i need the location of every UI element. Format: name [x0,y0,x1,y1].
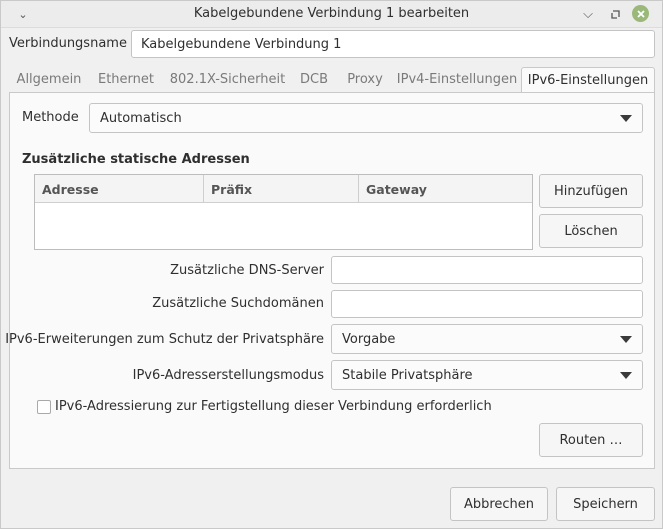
window-title: Kabelgebundene Verbindung 1 bearbeiten [193,6,470,21]
ipv6-settings-panel: Methode Automatisch Zusätzliche statisch… [5,92,655,469]
close-icon[interactable] [632,5,649,22]
tab-8021x-security[interactable]: 802.1X-Sicherheit [165,67,290,92]
search-domains-label: Zusätzliche Suchdomänen [152,296,324,311]
tab-allgemein[interactable]: Allgemein [9,67,89,92]
static-addresses-table[interactable]: Adresse Präfix Gateway [34,174,533,250]
static-addresses-heading: Zusätzliche statische Adressen [22,152,250,167]
privacy-extensions-combobox[interactable]: Vorgabe [331,324,643,354]
delete-address-button[interactable]: Löschen [539,214,643,248]
cancel-button[interactable]: Abbrechen [450,487,548,521]
column-header-prefix[interactable]: Präfix [204,175,359,203]
address-generation-mode-label: IPv6-Adresserstellungsmodus [132,368,324,383]
dropdown-arrow-icon [620,372,632,379]
method-combobox[interactable]: Automatisch [89,103,643,133]
tab-ethernet[interactable]: Ethernet [91,67,161,92]
connection-name-label: Verbindungsname [9,36,127,51]
search-domains-input[interactable] [331,290,643,318]
tab-dcb[interactable]: DCB [292,67,336,92]
connection-name-input[interactable] [131,30,655,58]
minimize-icon[interactable]: ⌵ [579,5,597,23]
column-header-gateway[interactable]: Gateway [359,175,532,203]
tab-ipv4-settings[interactable]: IPv4-Einstellungen [393,67,521,92]
routes-button[interactable]: Routen … [539,423,643,457]
dns-server-input[interactable] [331,256,643,284]
add-address-button[interactable]: Hinzufügen [539,174,643,208]
table-header: Adresse Präfix Gateway [35,175,532,203]
dns-server-label: Zusätzliche DNS-Server [170,263,324,278]
privacy-extensions-value: Vorgabe [342,331,396,347]
method-label: Methode [22,110,79,125]
method-value: Automatisch [100,110,182,126]
edit-connection-window: ⌄ Kabelgebundene Verbindung 1 bearbeiten… [0,0,663,529]
maximize-icon[interactable] [606,5,624,23]
save-button[interactable]: Speichern [556,487,655,521]
dropdown-arrow-icon [620,115,632,122]
privacy-extensions-label: IPv6-Erweiterungen zum Schutz der Privat… [5,332,324,347]
tab-proxy[interactable]: Proxy [339,67,391,92]
address-generation-mode-value: Stabile Privatsphäre [342,367,473,383]
ipv6-required-checkbox[interactable] [37,400,51,414]
tab-bar: Allgemein Ethernet 802.1X-Sicherheit DCB… [9,67,655,93]
ipv6-required-label[interactable]: IPv6-Adressierung zur Fertigstellung die… [55,399,492,414]
title-bar: ⌄ Kabelgebundene Verbindung 1 bearbeiten… [1,1,662,28]
dropdown-arrow-icon [620,336,632,343]
address-generation-mode-combobox[interactable]: Stabile Privatsphäre [331,360,643,390]
tab-ipv6-settings[interactable]: IPv6-Einstellungen [521,67,655,93]
column-header-address[interactable]: Adresse [35,175,204,203]
